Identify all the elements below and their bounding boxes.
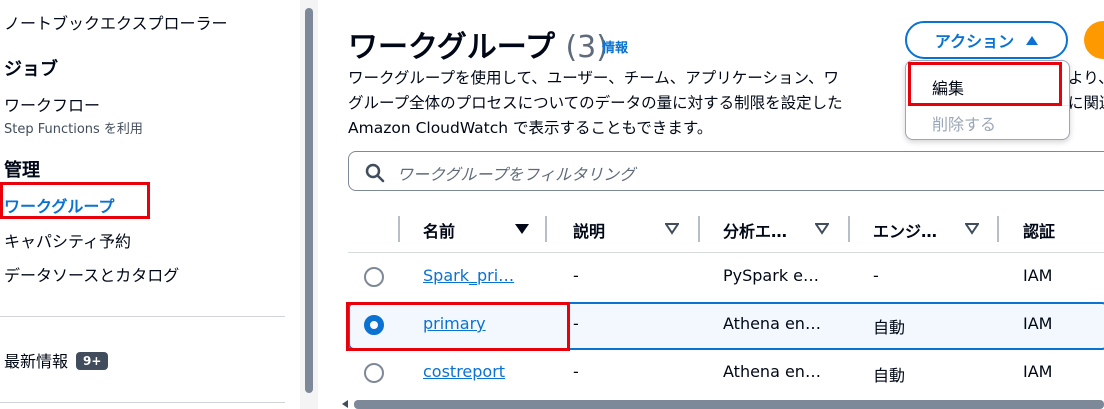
highlight-box-workgroups xyxy=(0,182,150,219)
column-header-name[interactable]: 名前 xyxy=(423,218,455,242)
workgroup-description: - xyxy=(573,362,579,381)
scroll-left-arrow-icon[interactable] xyxy=(340,399,350,409)
sidebar-item-whats-new[interactable]: 最新情報 9+ xyxy=(4,348,109,372)
info-link[interactable]: 情報 xyxy=(602,37,628,56)
main-content: ワークグループ (3) 情報 ワークグループを使用して、ユーザー、チーム、アプリ… xyxy=(318,0,1104,409)
sidebar-divider xyxy=(0,316,285,317)
search-placeholder: ワークグループをフィルタリング xyxy=(397,165,636,184)
sidebar-item-data-sources[interactable]: データソースとカタログ xyxy=(4,262,179,286)
column-header-engine[interactable]: エンジ… xyxy=(873,218,937,242)
workgroup-analytics-engine: Athena en… xyxy=(723,362,821,381)
table-horizontal-scrollbar[interactable] xyxy=(354,400,1104,409)
create-workgroup-button[interactable] xyxy=(1084,21,1104,59)
sidebar-heading-admin: 管理 xyxy=(4,160,40,181)
highlight-box-primary xyxy=(346,302,570,351)
actions-button[interactable]: アクション xyxy=(905,21,1068,59)
column-separator[interactable] xyxy=(698,216,700,242)
sidebar-scrollbar-thumb[interactable] xyxy=(305,8,313,393)
workgroup-auth: IAM xyxy=(1023,266,1053,285)
sidebar-item-workflow-subtitle: Step Functions を利用 xyxy=(4,122,143,137)
search-icon xyxy=(365,163,385,183)
column-header-analytics-engine[interactable]: 分析エ… xyxy=(723,218,787,242)
column-separator xyxy=(398,216,400,242)
row-radio-button[interactable] xyxy=(364,363,384,383)
page-title: ワークグループ (3) xyxy=(348,22,608,66)
workgroup-auth: IAM xyxy=(1023,362,1053,381)
sidebar-item-capacity-reservations[interactable]: キャパシティ予約 xyxy=(4,228,131,252)
column-separator[interactable] xyxy=(848,216,850,242)
workgroup-auth: IAM xyxy=(1023,314,1053,333)
search-input[interactable]: ワークグループをフィルタリング xyxy=(348,151,1104,191)
highlight-box-edit xyxy=(908,62,1062,106)
sidebar-heading-jobs: ジョブ xyxy=(4,59,58,80)
sort-descending-icon[interactable] xyxy=(515,223,529,235)
column-separator[interactable] xyxy=(545,216,547,242)
workgroup-engine: 自動 xyxy=(873,318,906,337)
description-right-fragment-2: に関連 xyxy=(1068,94,1104,112)
sort-icon[interactable] xyxy=(815,223,829,235)
column-separator[interactable] xyxy=(997,216,999,242)
workgroup-analytics-engine: PySpark e… xyxy=(723,266,820,285)
sort-icon[interactable] xyxy=(965,223,979,235)
workgroup-description: - xyxy=(573,266,579,285)
sidebar-item-workflow[interactable]: ワークフロー xyxy=(4,92,100,116)
row-radio-button[interactable] xyxy=(364,267,384,287)
sort-icon[interactable] xyxy=(665,223,679,235)
sidebar-item-notebook-explorer[interactable]: ノートブックエクスプローラー xyxy=(4,10,228,34)
description-right-fragment-1: より、 xyxy=(1068,69,1104,87)
caret-up-icon xyxy=(1026,35,1039,45)
workgroup-name-link[interactable]: costreport xyxy=(423,362,505,381)
workgroup-engine: 自動 xyxy=(873,366,906,385)
workgroup-description: - xyxy=(573,314,579,333)
column-header-description[interactable]: 説明 xyxy=(573,218,605,242)
workgroup-engine: - xyxy=(873,266,879,285)
page-title-text: ワークグループ xyxy=(348,30,555,65)
whats-new-badge: 9+ xyxy=(76,352,109,370)
sidebar-divider-bottom xyxy=(0,402,285,403)
menu-item-delete[interactable]: 削除する xyxy=(932,111,996,135)
workgroup-name-link[interactable]: Spark_pri… xyxy=(423,266,514,285)
workgroup-analytics-engine: Athena en… xyxy=(723,314,821,333)
column-header-authentication[interactable]: 認証 xyxy=(1023,218,1055,242)
whats-new-label: 最新情報 xyxy=(4,352,69,371)
actions-button-label: アクション xyxy=(934,32,1015,51)
